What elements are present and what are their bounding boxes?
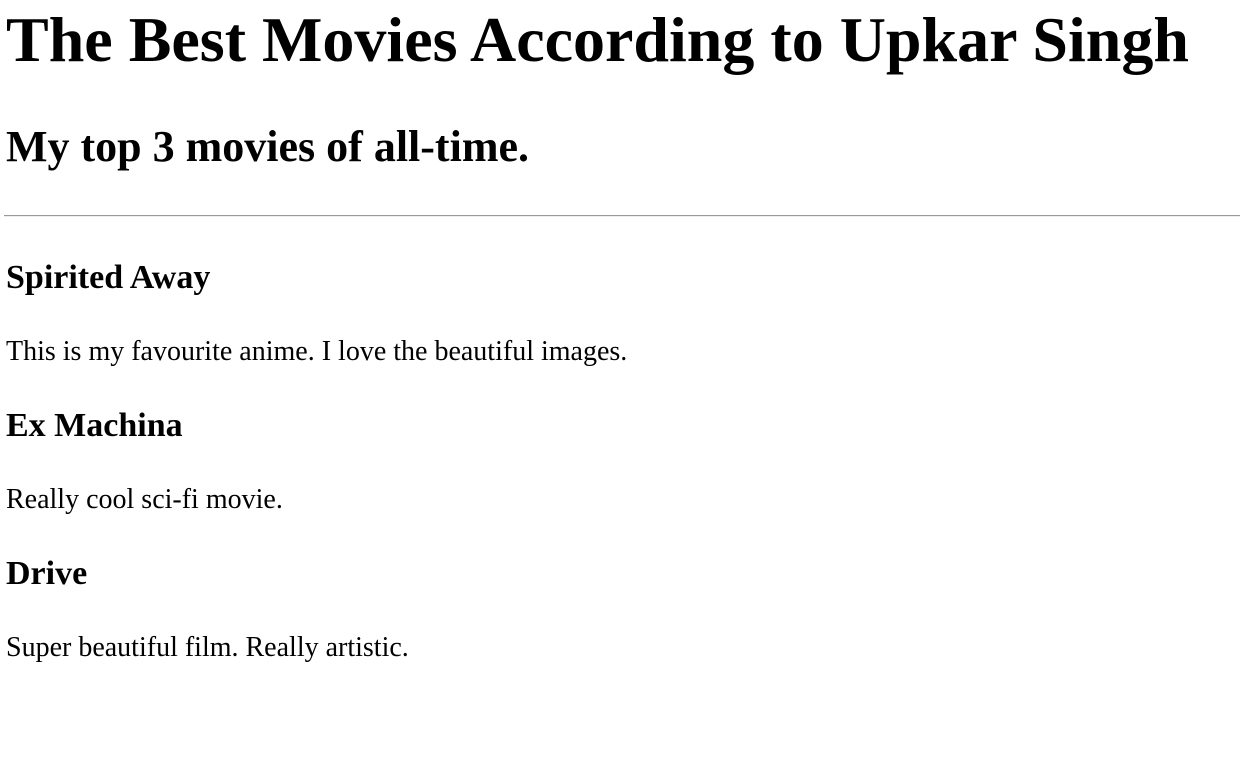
movie-title: Spirited Away xyxy=(6,259,211,296)
movie-item-spirited-away: Spirited Away This is my favourite anime… xyxy=(6,258,1240,370)
divider xyxy=(4,215,1240,217)
movie-description: Super beautiful film. Really artistic. xyxy=(6,632,409,663)
movie-item-drive: Drive Super beautiful film. Really artis… xyxy=(6,554,1240,666)
page: The Best Movies According to Upkar Singh… xyxy=(0,0,1240,768)
page-subtitle: My top 3 movies of all-time. xyxy=(6,122,529,171)
page-title: The Best Movies According to Upkar Singh xyxy=(6,4,1189,75)
movie-title: Ex Machina xyxy=(6,407,183,444)
movie-item-ex-machina: Ex Machina Really cool sci-fi movie. xyxy=(6,406,1240,518)
movie-title: Drive xyxy=(6,555,88,592)
movie-description: This is my favourite anime. I love the b… xyxy=(6,336,628,367)
movie-description: Really cool sci-fi movie. xyxy=(6,484,283,515)
